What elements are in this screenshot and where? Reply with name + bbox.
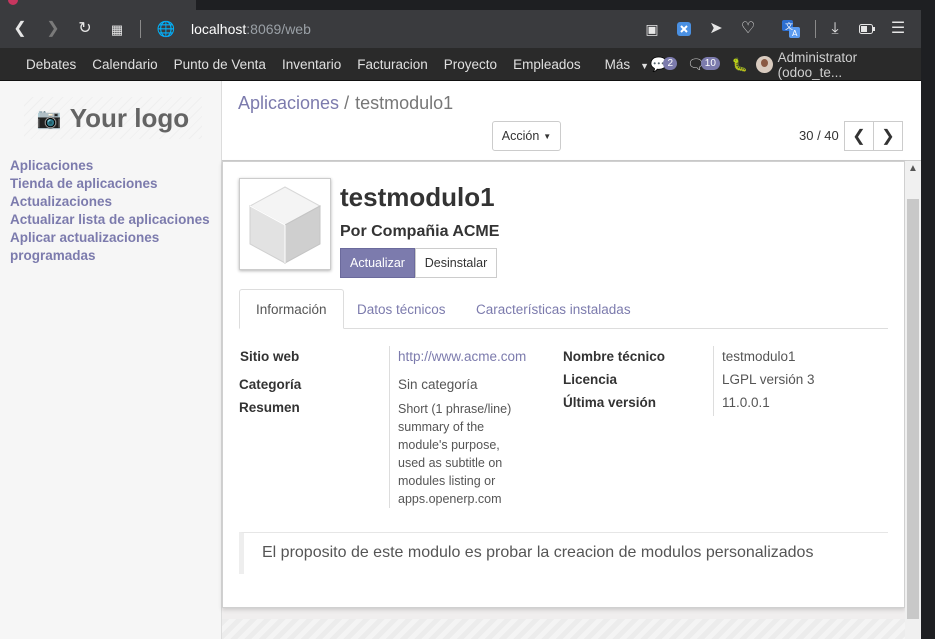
action-label: Acción: [501, 129, 540, 143]
send-icon[interactable]: ➤: [706, 19, 726, 39]
chat-count-badge: 2: [663, 57, 677, 70]
tab-datos-tecnicos[interactable]: Datos técnicos: [341, 289, 462, 329]
company-logo[interactable]: 📷 Your logo: [24, 97, 202, 139]
breadcrumb-current: testmodulo1: [355, 93, 454, 113]
technical-name-label: Nombre técnico: [563, 349, 666, 364]
license-value: LGPL versión 3: [722, 372, 815, 387]
sidebar-item-actualizaciones[interactable]: Actualizaciones: [10, 193, 215, 211]
main-content: Aplicaciones / testmodulo1 Acción ▼ 30 / 40…: [222, 81, 921, 639]
user-menu[interactable]: Administrator (odoo_te...: [778, 50, 921, 80]
latest-version-label: Última versión: [563, 395, 657, 410]
breadcrumb-separator: /: [344, 93, 350, 113]
forward-icon[interactable]: ❯: [43, 19, 63, 39]
sidebar: 📷 Your logo Aplicaciones Tienda de aplica…: [0, 81, 222, 639]
pager-value[interactable]: 30 / 40: [799, 128, 839, 143]
tab-favicon: [8, 0, 18, 5]
menu-item-proyecto[interactable]: Proyecto: [436, 57, 505, 72]
camera-plus-icon: 📷: [36, 107, 62, 130]
update-button[interactable]: Actualizar: [340, 248, 415, 278]
scroll-up-icon[interactable]: ▲: [908, 163, 918, 174]
camera-icon[interactable]: ▣: [642, 19, 662, 39]
control-panel: Aplicaciones / testmodulo1 Acción ▼ 30 / 40…: [222, 81, 921, 161]
debug-bug-icon[interactable]: 🐛: [732, 57, 748, 73]
website-link[interactable]: http://www.acme.com: [398, 349, 526, 364]
tab-caracteristicas[interactable]: Características instaladas: [460, 289, 647, 329]
shield-icon[interactable]: [674, 19, 694, 39]
browser-toolbar: ❮ ❯ ↻ ▦ 🌐 localhost:8069/web ▣ ➤ ♡ 文A ⤓ …: [0, 10, 921, 48]
module-name: testmodulo1: [340, 182, 495, 212]
heart-icon[interactable]: ♡: [738, 19, 758, 39]
tab-informacion[interactable]: Información: [239, 289, 344, 329]
uninstall-button[interactable]: Desinstalar: [415, 248, 497, 278]
caret-down-icon: ▼: [543, 131, 552, 141]
module-author: Por Compañia ACME: [340, 223, 500, 240]
chevron-right-icon: ❯: [881, 128, 895, 145]
module-description: El proposito de este modulo es probar la…: [239, 532, 888, 574]
technical-name-value: testmodulo1: [722, 349, 796, 364]
svg-text:A: A: [792, 29, 798, 38]
menu-item-facturacion[interactable]: Facturacion: [349, 57, 436, 72]
sidebar-menu: Aplicaciones Tienda de aplicaciones Actu…: [10, 157, 215, 265]
main-menu: Debates Calendario Punto de Venta Invent…: [18, 48, 657, 81]
license-label: Licencia: [563, 372, 618, 387]
notebook-tabs: Información Datos técnicos Característic…: [239, 289, 888, 329]
summary-label: Resumen: [239, 400, 300, 415]
avatar[interactable]: [756, 56, 773, 73]
logo-text: Your logo: [69, 102, 190, 133]
action-dropdown[interactable]: Acción ▼: [492, 121, 561, 151]
address-bar[interactable]: localhost:8069/web: [191, 21, 311, 37]
url-path: :8069/web: [246, 21, 311, 37]
menu-item-inventario[interactable]: Inventario: [274, 57, 349, 72]
menu-item-calendario[interactable]: Calendario: [84, 57, 165, 72]
menu-item-mas[interactable]: Más ▼: [589, 57, 657, 72]
browser-tabstrip: [0, 0, 935, 10]
field-divider-2: [713, 346, 714, 416]
scrollbar-thumb[interactable]: [907, 199, 919, 619]
toolbar-divider: [140, 20, 141, 38]
browser-tab[interactable]: [0, 0, 196, 10]
menu-item-punto-de-venta[interactable]: Punto de Venta: [166, 57, 274, 72]
chatter-separator: [222, 619, 905, 639]
download-icon[interactable]: ⤓: [825, 19, 845, 39]
battery-icon[interactable]: [857, 19, 877, 39]
window-edge: [921, 10, 935, 639]
sidebar-item-programadas[interactable]: programadas: [10, 247, 215, 265]
form-view: testmodulo1 Por Compañia ACME Actualizar…: [222, 161, 921, 639]
pager-next-button[interactable]: ❯: [873, 121, 903, 151]
category-label: Categoría: [239, 377, 302, 392]
caret-down-icon: ▼: [640, 61, 650, 71]
latest-version-value: 11.0.0.1: [722, 395, 770, 410]
sidebar-item-aplicar-actualizaciones[interactable]: Aplicar actualizaciones: [10, 229, 215, 247]
app-navbar: Debates Calendario Punto de Venta Invent…: [0, 48, 921, 81]
systray: 💬 2 🗨 10 🐛 Administrator (odoo_te...: [650, 48, 921, 81]
translate-icon[interactable]: 文A: [781, 19, 801, 39]
website-label: Sitio web: [240, 349, 300, 364]
sidebar-item-tienda[interactable]: Tienda de aplicaciones: [10, 175, 215, 193]
sidebar-item-actualizar-lista[interactable]: Actualizar lista de aplicaciones: [10, 211, 215, 229]
scrollbar[interactable]: ▲: [905, 161, 921, 639]
settings-sliders-icon[interactable]: ☰: [888, 19, 908, 39]
url-host: localhost: [191, 21, 247, 37]
back-icon[interactable]: ❮: [10, 19, 30, 39]
breadcrumb: Aplicaciones / testmodulo1: [238, 93, 453, 114]
tabs-grid-icon[interactable]: ▦: [107, 19, 127, 39]
chevron-left-icon: ❮: [852, 128, 866, 145]
menu-item-empleados[interactable]: Empleados: [505, 57, 589, 72]
breadcrumb-parent[interactable]: Aplicaciones: [238, 93, 339, 113]
menu-item-debates[interactable]: Debates: [18, 57, 84, 72]
activity-count-badge: 10: [700, 57, 720, 70]
globe-icon: 🌐: [156, 20, 176, 38]
field-divider: [389, 346, 390, 508]
toolbar-divider-2: [815, 20, 816, 38]
summary-value: Short (1 phrase/line) summary of the mod…: [398, 402, 512, 506]
menu-item-mas-label: Más: [604, 57, 631, 72]
sidebar-item-aplicaciones[interactable]: Aplicaciones: [10, 157, 215, 175]
pager-previous-button[interactable]: ❮: [844, 121, 874, 151]
reload-icon[interactable]: ↻: [75, 19, 95, 39]
module-icon: [239, 178, 331, 270]
category-value: Sin categoría: [398, 377, 478, 392]
form-sheet: testmodulo1 Por Compañia ACME Actualizar…: [222, 161, 905, 608]
